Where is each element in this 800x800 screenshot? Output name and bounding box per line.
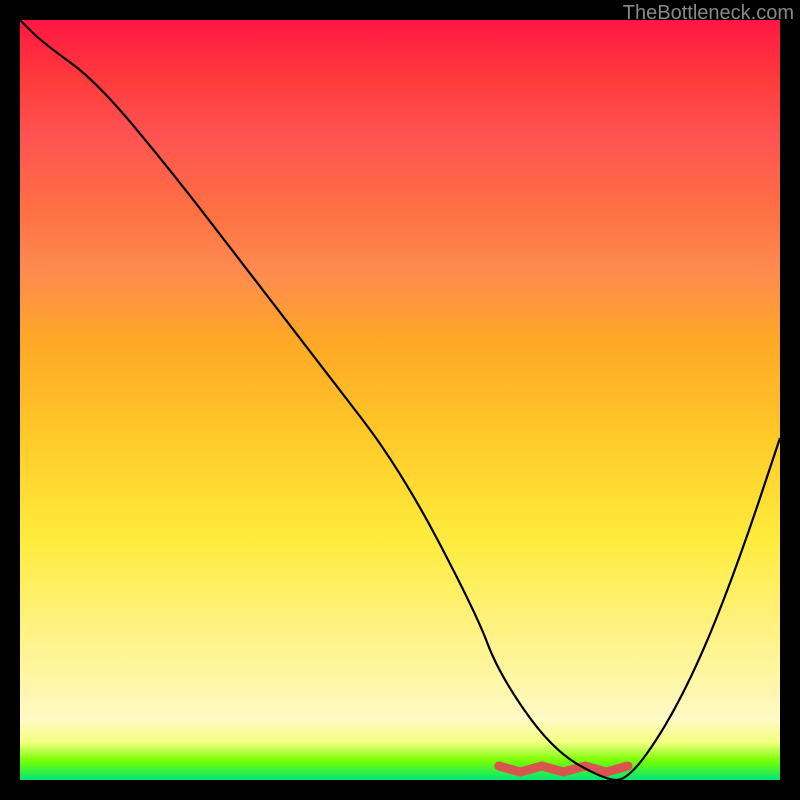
trough-marker — [499, 766, 628, 772]
bottleneck-curve — [20, 20, 780, 780]
watermark-text: TheBottleneck.com — [623, 2, 794, 25]
chart-plot-area — [20, 20, 780, 780]
chart-svg — [20, 20, 780, 780]
